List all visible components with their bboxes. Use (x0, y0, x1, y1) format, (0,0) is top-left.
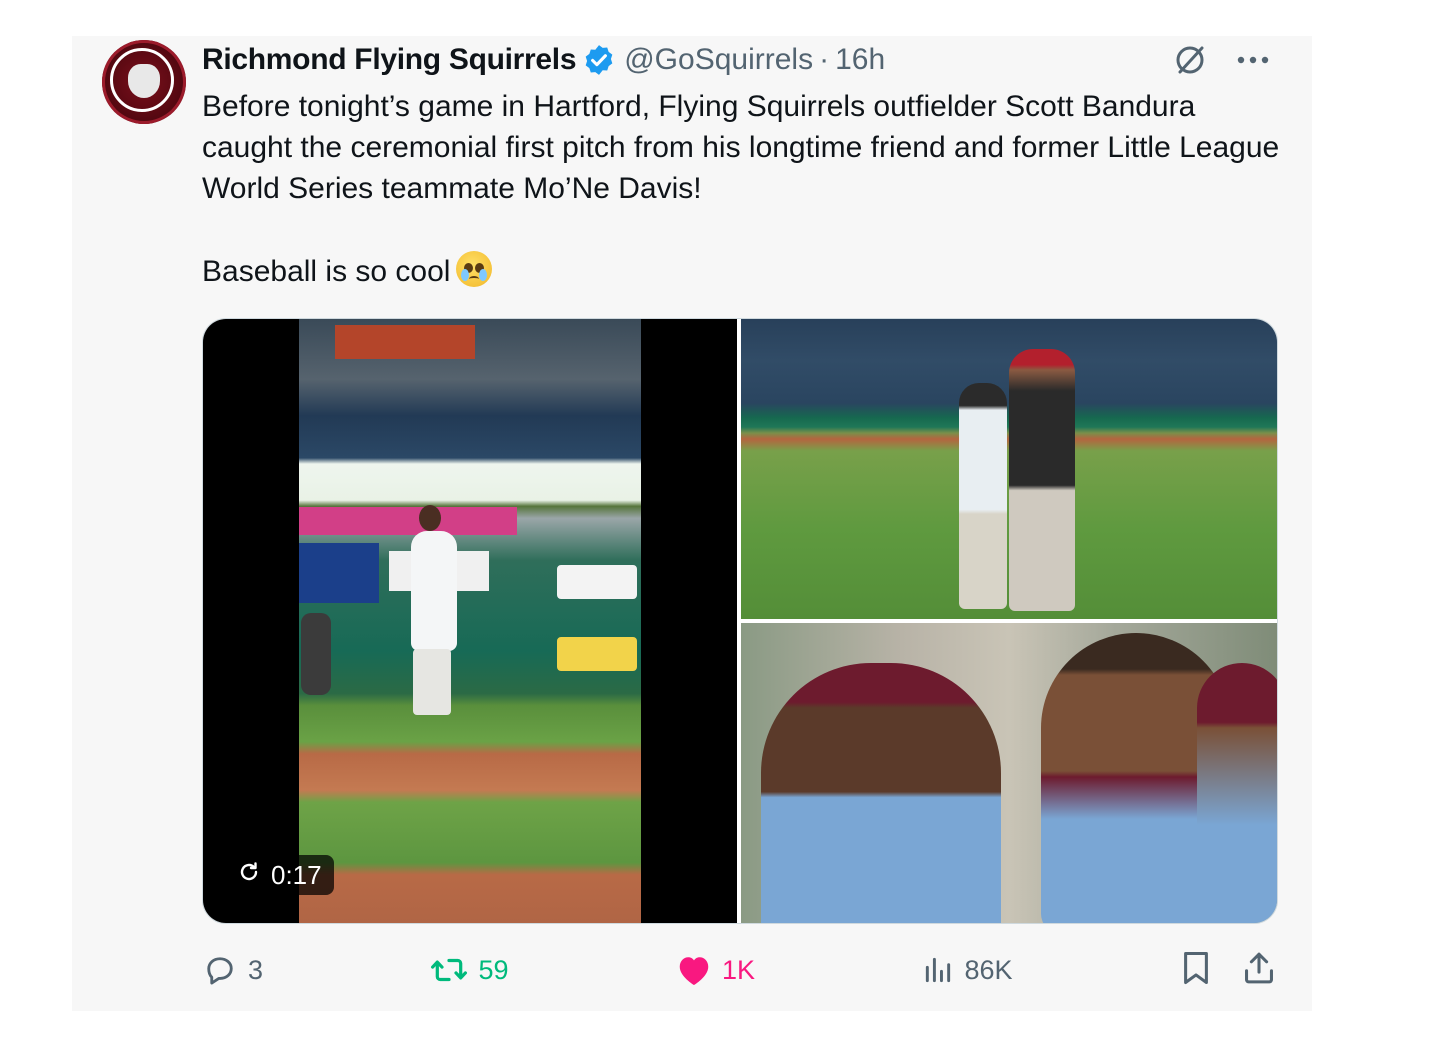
reply-button[interactable]: 3 (202, 952, 263, 988)
ad-banner (557, 565, 637, 599)
flying-squirrel-icon (128, 64, 160, 98)
grok-slash-icon[interactable] (1172, 42, 1208, 78)
photo-figure (761, 663, 1001, 923)
tweet-text: Before tonight’s game in Hartford, Flyin… (202, 86, 1292, 292)
verified-badge-icon[interactable] (582, 43, 616, 77)
share-icon[interactable] (1242, 950, 1276, 991)
reply-icon (202, 952, 238, 988)
video-frame (299, 319, 641, 923)
tweet-text-paragraph-1: Before tonight’s game in Hartford, Flyin… (202, 90, 1280, 205)
ad-banner (557, 637, 637, 671)
media-grid: 0:17 (202, 318, 1278, 924)
display-name[interactable]: Richmond Flying Squirrels (202, 43, 577, 77)
bookmark-icon[interactable] (1180, 950, 1212, 991)
background-player (301, 613, 331, 695)
ad-banner (335, 325, 475, 359)
photo-ballpark-portrait[interactable] (741, 319, 1277, 619)
replay-icon (237, 860, 261, 891)
pitcher-body (411, 531, 457, 651)
ad-banner (299, 507, 517, 535)
like-count: 1K (721, 954, 756, 985)
views-button[interactable]: 86K (922, 954, 1013, 986)
heart-icon (676, 953, 712, 987)
retweet-icon (430, 952, 468, 988)
video-player[interactable]: 0:17 (203, 319, 737, 923)
pitcher-legs (413, 649, 451, 715)
video-duration: 0:17 (271, 859, 322, 890)
tweet-card[interactable]: Richmond Flying Squirrels @GoSquirrels ·… (72, 36, 1312, 1011)
more-icon[interactable] (1236, 54, 1270, 66)
face-holding-back-tears-icon (456, 251, 493, 287)
video-duration-badge[interactable]: 0:17 (227, 855, 334, 895)
views-chart-icon (922, 954, 954, 986)
retweet-button[interactable]: 59 (430, 952, 509, 988)
right-actions (1180, 950, 1276, 991)
tweet-text-line: Baseball is so cool (202, 255, 451, 288)
action-bar: 3 59 1K 86K (202, 950, 1276, 990)
tweet-text-paragraph-2: Baseball is so cool (202, 251, 1292, 292)
handle[interactable]: @GoSquirrels (624, 43, 813, 77)
ad-banner (299, 543, 379, 603)
photo-figure (1009, 349, 1075, 611)
top-right-icons (1172, 42, 1270, 78)
photo-little-league[interactable] (741, 623, 1277, 923)
reply-count: 3 (248, 954, 264, 985)
separator-dot: · (819, 43, 830, 76)
views-count: 86K (964, 954, 1013, 985)
avatar[interactable] (102, 40, 186, 124)
photo-figure (959, 383, 1007, 609)
like-button[interactable]: 1K (676, 953, 755, 987)
photo-figure (1197, 663, 1277, 923)
tweet-header: Richmond Flying Squirrels @GoSquirrels ·… (202, 40, 885, 80)
timestamp[interactable]: 16h (835, 43, 885, 77)
retweet-count: 59 (478, 954, 509, 985)
pitcher-head (419, 505, 441, 531)
